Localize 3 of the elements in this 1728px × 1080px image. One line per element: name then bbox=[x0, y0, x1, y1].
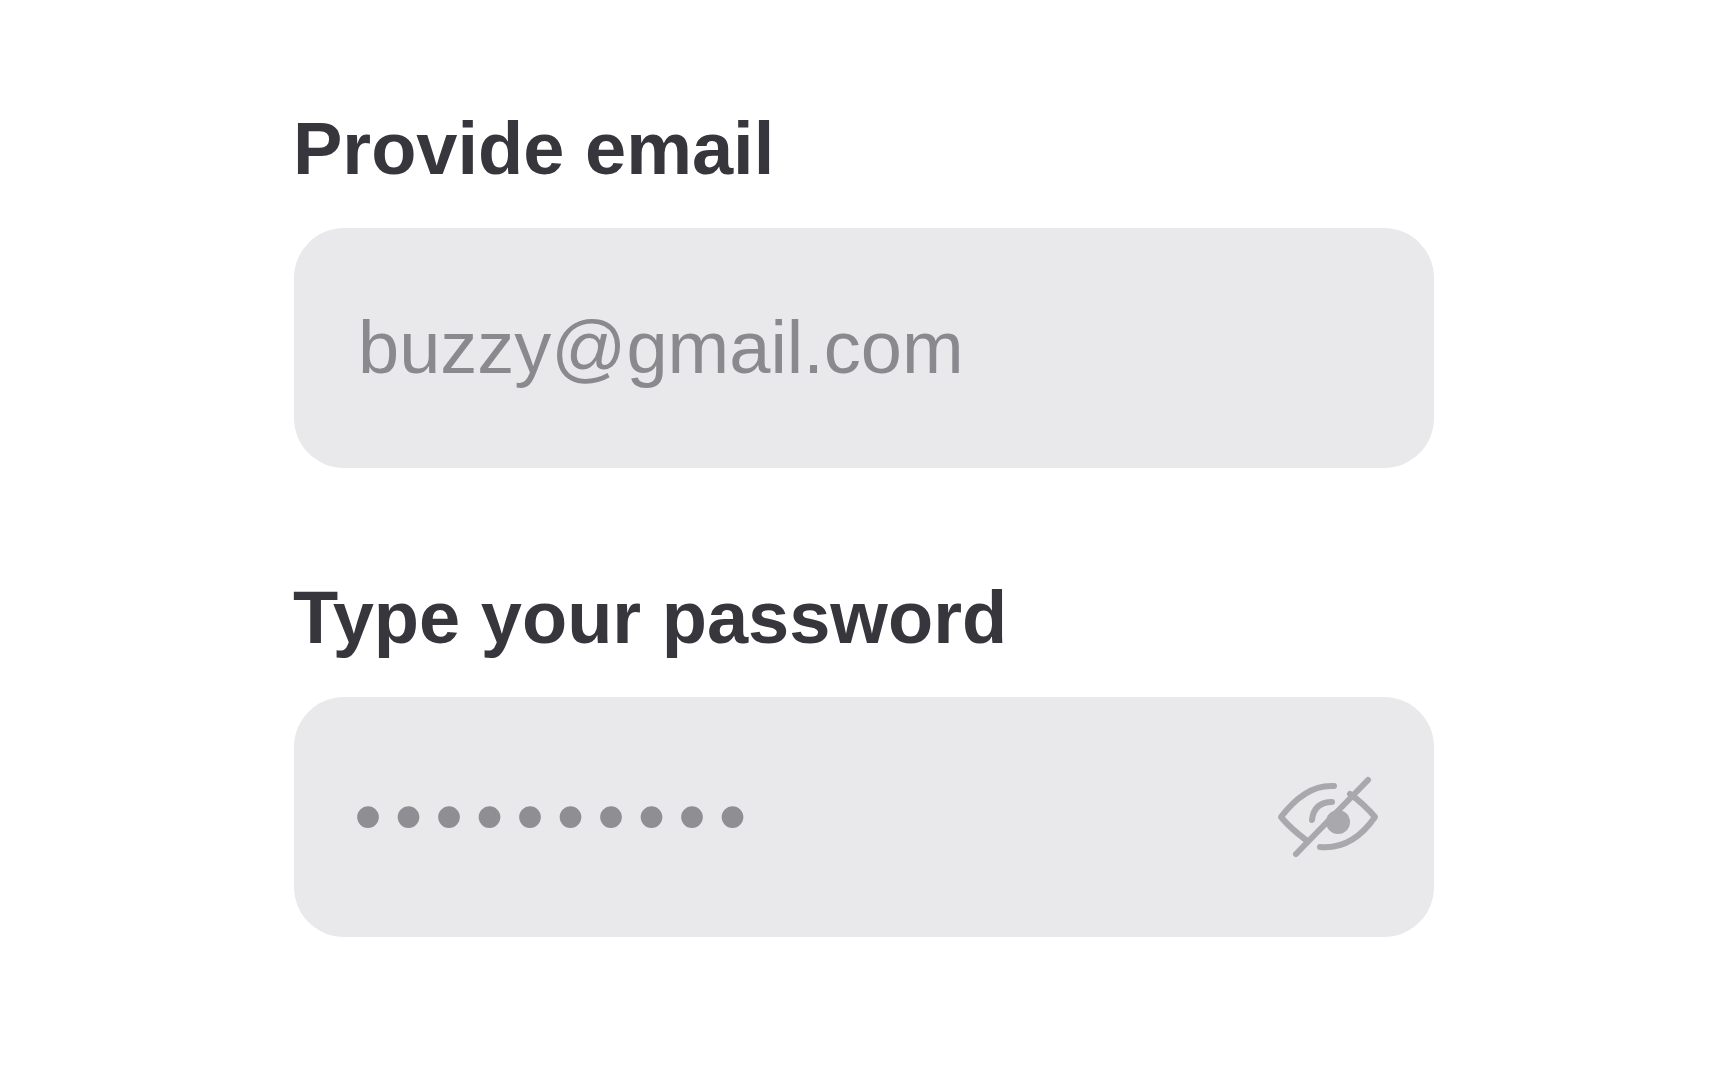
field-label: Provide email bbox=[293, 112, 776, 186]
email-field[interactable]: buzzy@gmail.com bbox=[294, 228, 1434, 468]
password-field[interactable]: •••••••••• bbox=[294, 697, 1434, 937]
